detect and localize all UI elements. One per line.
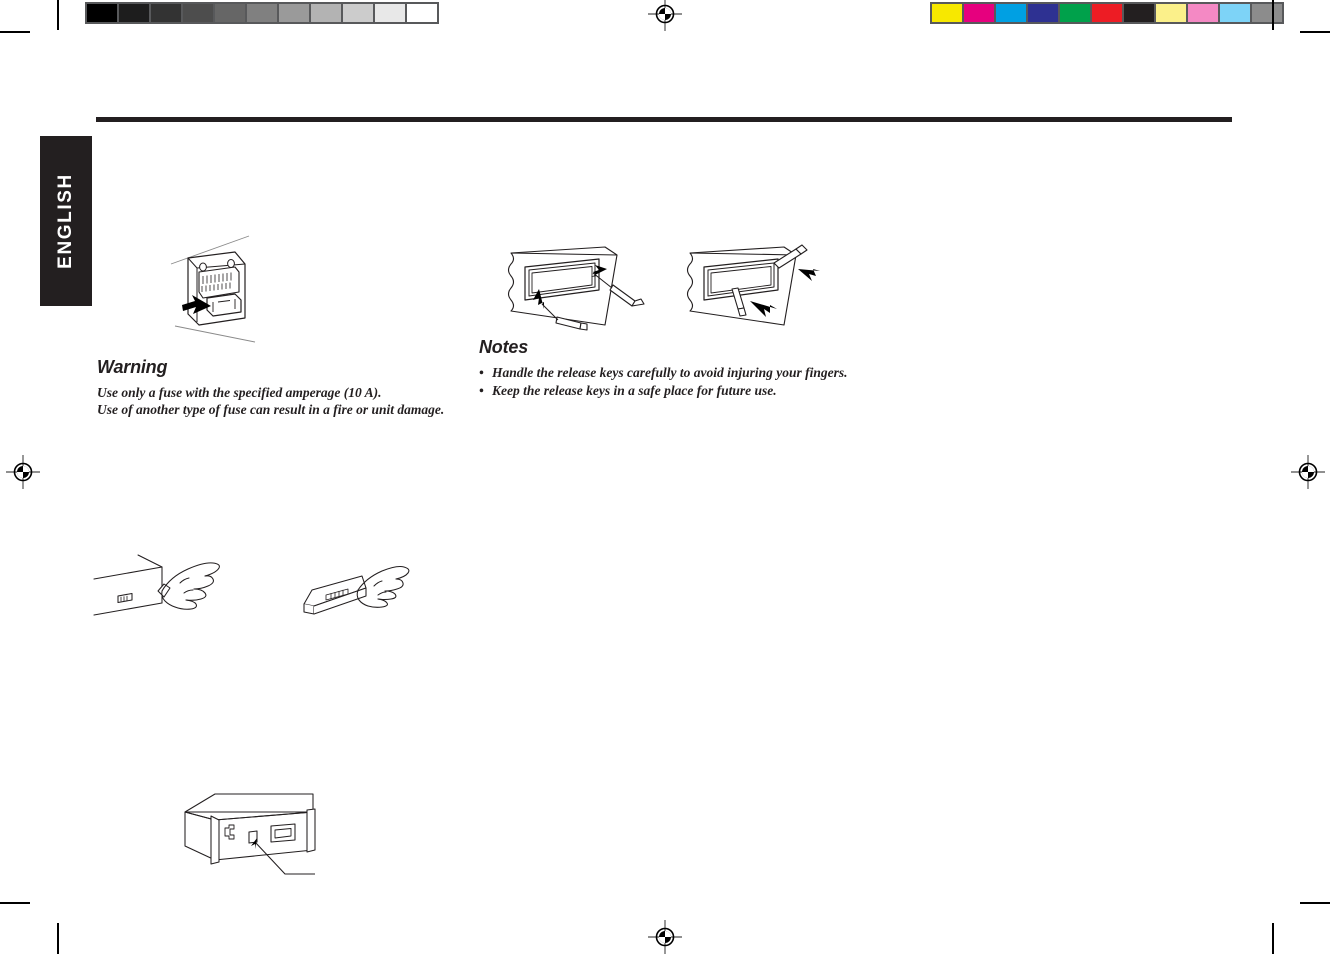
crop-mark-top-right — [1272, 0, 1274, 30]
crop-mark-right-lower — [1300, 902, 1330, 904]
crop-mark-left-lower — [0, 902, 30, 904]
warning-heading: Warning — [97, 357, 168, 377]
color-patch-7 — [1156, 4, 1186, 22]
crop-mark-right-upper — [1300, 31, 1330, 33]
grayscale-patch-10 — [407, 4, 437, 22]
color-patch-6 — [1124, 4, 1154, 22]
registration-mark-left — [6, 455, 40, 489]
crop-mark-bottom-left — [57, 923, 59, 954]
fuse-replacement-figure — [163, 222, 273, 347]
color-patch-5 — [1092, 4, 1122, 22]
crop-mark-left-upper — [0, 31, 30, 33]
crop-mark-bottom-right — [1272, 923, 1274, 954]
color-patch-8 — [1188, 4, 1218, 22]
grayscale-step-wedge — [85, 2, 439, 24]
warning-block: Warning Use only a fuse with the specifi… — [97, 357, 467, 418]
color-patch-4 — [1060, 4, 1090, 22]
grayscale-patch-6 — [279, 4, 309, 22]
registration-mark-right — [1291, 455, 1325, 489]
notes-list: Handle the release keys carefully to avo… — [479, 364, 859, 399]
release-key-pull-figure — [680, 243, 840, 338]
note-item: Handle the release keys carefully to avo… — [479, 364, 859, 381]
process-color-bar — [930, 2, 1284, 24]
grayscale-patch-7 — [311, 4, 341, 22]
crop-mark-top-left — [57, 0, 59, 30]
grayscale-patch-2 — [151, 4, 181, 22]
notes-heading: Notes — [479, 337, 529, 357]
grayscale-patch-3 — [183, 4, 213, 22]
unit-rear-figure — [175, 790, 335, 882]
color-patch-3 — [1028, 4, 1058, 22]
warning-line-2: Use of another type of fuse can result i… — [97, 402, 445, 417]
language-tab-english: ENGLISH — [40, 136, 92, 306]
hold-faceplate-figure — [300, 560, 415, 632]
registration-mark-bottom-center — [648, 920, 682, 954]
language-tab-label: ENGLISH — [55, 173, 76, 269]
note-item: Keep the release keys in a safe place fo… — [479, 382, 859, 399]
color-patch-9 — [1220, 4, 1250, 22]
header-rule — [96, 117, 1232, 122]
grayscale-patch-9 — [375, 4, 405, 22]
detach-faceplate-figure — [92, 553, 237, 633]
grayscale-patch-0 — [87, 4, 117, 22]
warning-line-1: Use only a fuse with the specified amper… — [97, 385, 382, 400]
release-key-insert-figure — [495, 243, 675, 338]
color-patch-10 — [1252, 4, 1282, 22]
color-patch-1 — [964, 4, 994, 22]
grayscale-patch-4 — [215, 4, 245, 22]
grayscale-patch-5 — [247, 4, 277, 22]
scanned-manual-page: ENGLISH Warning Use only a fuse with the… — [0, 0, 1330, 954]
registration-mark-top-center — [648, 0, 682, 31]
color-patch-2 — [996, 4, 1026, 22]
grayscale-patch-8 — [343, 4, 373, 22]
color-patch-0 — [932, 4, 962, 22]
notes-block: Notes Handle the release keys carefully … — [479, 337, 859, 400]
grayscale-patch-1 — [119, 4, 149, 22]
